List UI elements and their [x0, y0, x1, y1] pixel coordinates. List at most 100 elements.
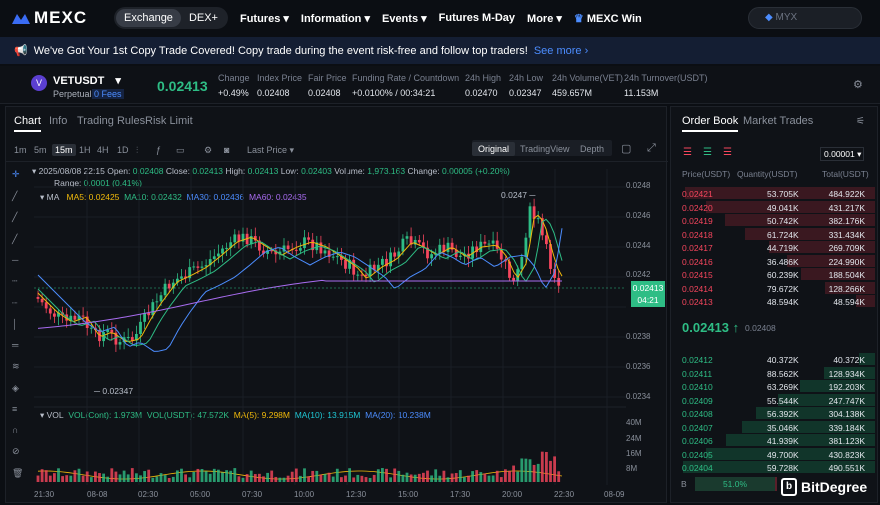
candle-body: [528, 206, 532, 238]
volume-bar: [184, 474, 187, 482]
menu-information[interactable]: Information ▾: [301, 12, 370, 25]
book-asks-icon[interactable]: ☰: [723, 147, 732, 158]
volume-bar: [139, 475, 142, 482]
exchange-tab[interactable]: Exchange: [116, 9, 181, 27]
bid-row[interactable]: 0.02412 40.372K 40.372K: [671, 353, 877, 366]
y-tick: 0.0244: [626, 241, 651, 250]
volume-bar: [446, 477, 450, 482]
bid-row[interactable]: 0.02408 56.392K 304.138K: [671, 407, 877, 420]
book-bids-icon[interactable]: ☰: [703, 147, 712, 158]
search-input[interactable]: ◆ MYX: [748, 7, 862, 29]
volume-bar: [245, 474, 249, 482]
ask-total: 269.709K: [828, 243, 865, 253]
tab-market-trades[interactable]: Market Trades: [743, 115, 813, 127]
volume-bar: [114, 471, 118, 482]
ask-row[interactable]: 0.02420 49.041K 431.217K: [671, 200, 877, 214]
volume-bar: [315, 470, 319, 482]
ask-row[interactable]: 0.02419 50.742K 382.176K: [671, 214, 877, 227]
header-price: Price(USDT): [682, 169, 731, 179]
volume-bar: [540, 451, 544, 482]
settings-icon[interactable]: ⚙: [853, 78, 863, 91]
bid-total: 128.934K: [828, 368, 865, 379]
candle-body: [40, 298, 44, 303]
candle-body: [323, 250, 327, 254]
volume-bar: [48, 475, 52, 482]
candle-body: [356, 274, 360, 276]
bid-row[interactable]: 0.02411 88.562K 128.934K: [671, 366, 877, 380]
y-tick: 0.0238: [626, 332, 651, 341]
book-both-icon[interactable]: ☰: [683, 147, 692, 158]
y-tick: 0.0234: [626, 392, 651, 401]
ask-row[interactable]: 0.02414 79.672K 128.266K: [671, 281, 877, 295]
precision-select[interactable]: 0.00001 ▾: [820, 147, 864, 161]
contract-type: Perpetual: [53, 89, 92, 99]
see-more-link[interactable]: See more ›: [534, 45, 588, 57]
ask-row[interactable]: 0.02415 60.239K 188.504K: [671, 268, 877, 281]
tab-order-book[interactable]: Order Book: [682, 115, 739, 132]
bid-total: 490.551K: [828, 463, 865, 473]
volume-bar: [270, 470, 274, 482]
dex-tab[interactable]: DEX+: [181, 9, 226, 27]
volume-bar: [266, 472, 269, 482]
candle-body: [389, 252, 392, 267]
ask-total: 128.266K: [828, 283, 865, 294]
candle-body: [44, 302, 48, 309]
ask-price: 0.02419: [682, 216, 713, 226]
menu-mexc-win[interactable]: ♛ MEXC Win: [574, 12, 642, 25]
candle-body: [458, 255, 462, 257]
volume-bar: [159, 473, 163, 482]
volume-bar: [122, 470, 126, 482]
bid-row[interactable]: 0.02406 41.939K 381.123K: [671, 434, 877, 447]
ask-total: 382.176K: [828, 216, 865, 226]
bid-row[interactable]: 0.02405 49.700K 430.823K: [671, 447, 877, 461]
mexc-logo[interactable]: MEXC: [12, 8, 112, 28]
ask-row[interactable]: 0.02417 44.719K 269.709K: [671, 241, 877, 254]
ask-row[interactable]: 0.02418 61.724K 331.434K: [671, 227, 877, 241]
ask-row[interactable]: 0.02421 53.705K 484.922K: [671, 187, 877, 200]
menu-futures-mday[interactable]: Futures M-Day: [439, 12, 515, 24]
bid-row[interactable]: 0.02407 35.046K 339.184K: [671, 420, 877, 434]
candle-body: [200, 266, 204, 268]
volume-bar: [286, 475, 290, 482]
volume-bar: [192, 471, 196, 482]
x-tick: 22:30: [554, 490, 575, 499]
volume-bar: [73, 470, 77, 482]
stat-index-price: Index Price 0.02408: [257, 73, 303, 98]
chevron-down-icon: ▾: [115, 75, 121, 87]
volume-bar: [504, 469, 507, 482]
x-tick: 08-09: [604, 490, 625, 499]
candle-body: [126, 337, 130, 339]
moving-averages: [37, 214, 563, 480]
volume-bar: [303, 468, 306, 482]
menu-events[interactable]: Events ▾: [382, 12, 427, 25]
volume-bar: [81, 475, 85, 482]
bid-row[interactable]: 0.02410 63.269K 192.203K: [671, 380, 877, 393]
filter-icon[interactable]: ⚟: [856, 116, 865, 127]
candle-body: [417, 239, 421, 243]
menu-more[interactable]: More ▾: [527, 12, 562, 25]
ask-price: 0.02413: [682, 297, 713, 307]
candle-body: [352, 259, 356, 275]
ask-row[interactable]: 0.02413 48.594K 48.594K: [671, 295, 877, 308]
bid-qty: 55.544K: [767, 395, 799, 406]
bid-row[interactable]: 0.02409 55.544K 247.747K: [671, 393, 877, 407]
volume-bar: [61, 476, 64, 482]
x-tick: 02:30: [138, 490, 159, 499]
volume-bar: [307, 476, 310, 482]
candle-body: [536, 218, 540, 220]
bid-price: 0.02405: [682, 449, 713, 460]
bid-total: 430.823K: [828, 449, 865, 460]
high-mark: 0.0247 ─: [501, 190, 536, 200]
volume-bar: [53, 473, 56, 482]
ask-row[interactable]: 0.02416 36.486K 224.990K: [671, 254, 877, 268]
candle-body: [483, 241, 487, 244]
candle-body: [331, 256, 335, 258]
menu-futures[interactable]: Futures ▾: [240, 12, 289, 25]
stat-24h-low: 24h Low 0.02347: [509, 73, 544, 98]
candlestick-chart[interactable]: [6, 107, 668, 504]
candle-body: [524, 237, 528, 257]
volume-bar: [422, 472, 425, 482]
bid-row[interactable]: 0.02404 59.728K 490.551K: [671, 461, 877, 474]
pair-selector[interactable]: VETUSDT ▾: [53, 74, 121, 87]
candle-body: [151, 302, 155, 316]
